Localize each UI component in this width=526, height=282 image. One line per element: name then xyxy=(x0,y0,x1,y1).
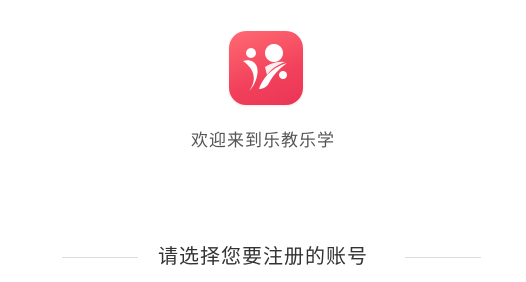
welcome-text: 欢迎来到乐教乐学 xyxy=(191,131,335,151)
app-logo-graphic xyxy=(243,44,287,91)
account-select-prompt: 请选择您要注册的账号 xyxy=(158,244,368,268)
register-welcome-screen: 欢迎来到乐教乐学 请选择您要注册的账号 xyxy=(0,0,526,282)
account-select-header: 请选择您要注册的账号 xyxy=(0,240,526,270)
app-logo-icon xyxy=(229,31,303,105)
right-divider xyxy=(405,257,481,258)
